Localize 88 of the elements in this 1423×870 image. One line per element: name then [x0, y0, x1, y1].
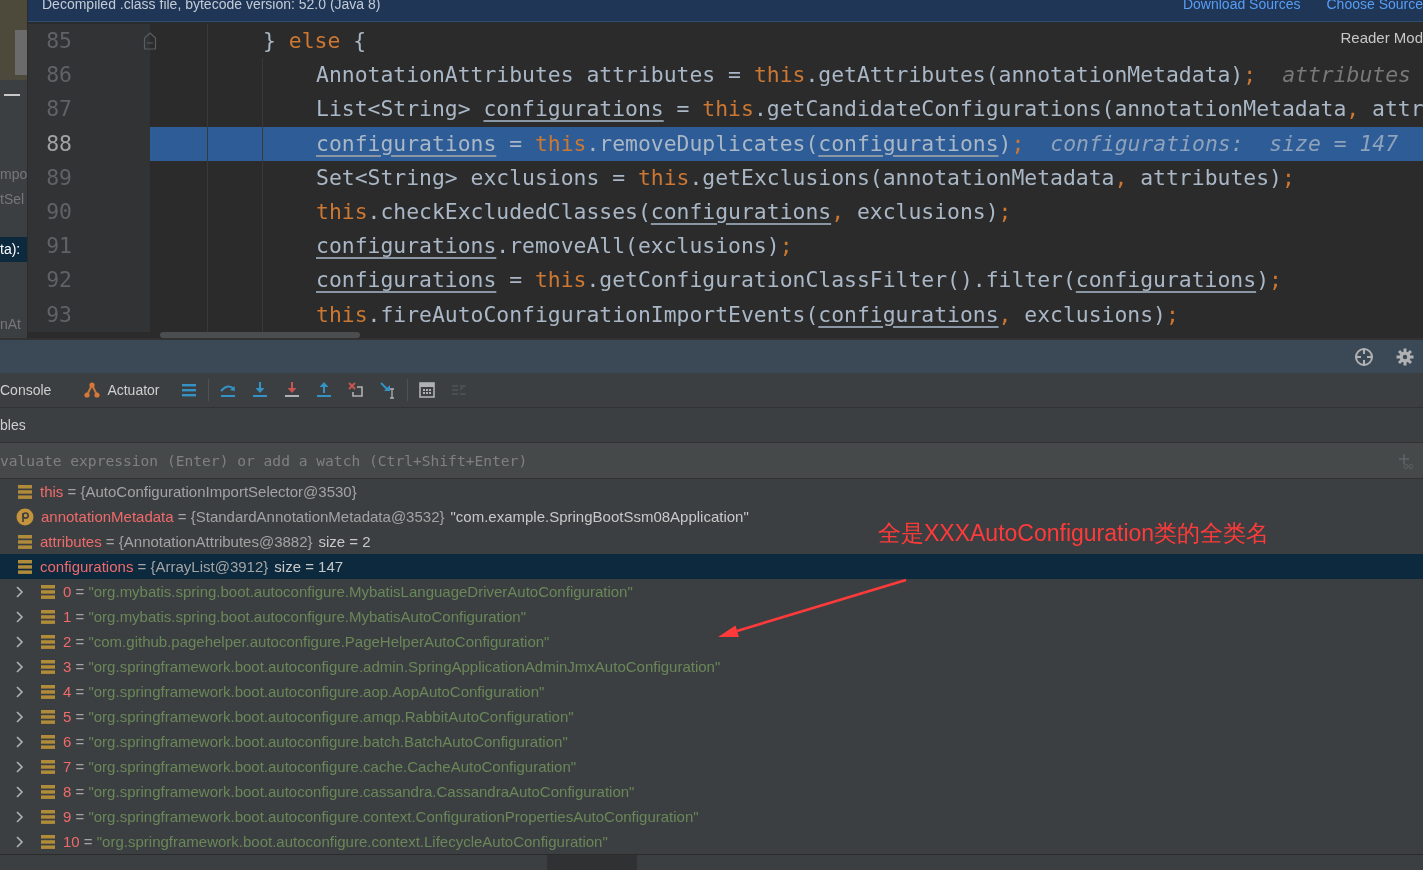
code-line: Set<String> exclusions = this.getExclusions(annotationMetadata, attributes); — [316, 163, 1295, 192]
field-icon — [41, 658, 55, 675]
tree-row[interactable]: 9 = "org.springframework.boot.autoconfigure.context.ConfigurationPropertiesAutoConfiguration" — [0, 804, 699, 829]
field-icon — [41, 633, 55, 650]
variable-text: 0 = "org.mybatis.spring.boot.autoconfigure.MybatisLanguageDriverAutoConfiguration" — [63, 583, 633, 600]
force-step-into-icon[interactable] — [282, 381, 301, 399]
parameter-icon — [16, 507, 34, 526]
drop-frame-icon[interactable] — [346, 381, 365, 399]
variable-text: 2 = "com.github.pagehelper.autoconfigure.PageHelperAutoConfiguration" — [63, 633, 550, 650]
tree-row[interactable]: attributes = {AnnotationAttributes@3882} size = 2 — [0, 529, 371, 554]
variable-text: 6 = "org.springframework.boot.autoconfigure.batch.BatchAutoConfiguration" — [63, 733, 568, 750]
chevron-right-icon[interactable] — [14, 784, 26, 799]
variable-text: 3 = "org.springframework.boot.autoconfigure.admin.SpringApplicationAdminJmxAutoConfiguration" — [63, 658, 721, 675]
inlay-hint: configurations: size = 147 — [1050, 129, 1399, 158]
code-line: configurations = this.removeDuplicates(configurations); — [316, 129, 1025, 158]
horizontal-scrollbar[interactable] — [160, 332, 360, 338]
field-icon — [18, 533, 32, 550]
step-into-icon[interactable] — [250, 381, 269, 399]
tree-row[interactable]: 7 = "org.springframework.boot.autoconfigure.cache.CacheAutoConfiguration" — [0, 754, 577, 779]
field-icon — [41, 708, 55, 725]
tree-row[interactable]: 10 = "org.springframework.boot.autoconfigure.context.LifecycleAutoConfiguration" — [0, 829, 608, 854]
tree-row[interactable]: 6 = "org.springframework.boot.autoconfigure.batch.BatchAutoConfiguration" — [0, 729, 568, 754]
tree-row[interactable]: 5 = "org.springframework.boot.autoconfigure.amqp.RabbitAutoConfiguration" — [0, 704, 574, 729]
code-line: AnnotationAttributes attributes = this.getAttributes(annotationMetadata); — [316, 61, 1257, 90]
calculator-icon[interactable] — [417, 381, 436, 399]
settings-icon[interactable] — [1396, 347, 1414, 366]
actuator-tab[interactable]: Actuator — [83, 372, 180, 408]
chevron-right-icon[interactable] — [14, 684, 26, 699]
chevron-right-icon[interactable] — [14, 609, 26, 624]
tree-row[interactable]: configurations = {ArrayList@3912} size = 147 — [0, 554, 1423, 579]
variable-text: attributes = {AnnotationAttributes@3882} size = 2 — [40, 533, 371, 550]
variable-text: 7 = "org.springframework.boot.autoconfigure.cache.CacheAutoConfiguration" — [63, 758, 577, 775]
field-icon — [41, 608, 55, 625]
tree-row[interactable]: 0 = "org.mybatis.spring.boot.autoconfigure.MybatisLanguageDriverAutoConfiguration" — [0, 579, 633, 604]
field-icon — [41, 733, 55, 750]
reader-mode-link[interactable]: Reader Mod — [1340, 28, 1423, 48]
chevron-right-icon[interactable] — [14, 809, 26, 824]
watch-input-field[interactable]: valuate expression (Enter) or add a watch (Ctrl+Shift+Enter) — [0, 443, 1423, 478]
chevron-right-icon[interactable] — [14, 834, 26, 849]
tree-row[interactable]: 1 = "org.mybatis.spring.boot.autoconfigure.MybatisAutoConfiguration" — [0, 604, 526, 629]
tree-row[interactable]: 4 = "org.springframework.boot.autoconfigure.aop.AopAutoConfiguration" — [0, 679, 545, 704]
list-item-fragment[interactable]: ta): — [0, 237, 27, 262]
variable-text: 5 = "org.springframework.boot.autoconfigure.amqp.RabbitAutoConfiguration" — [63, 708, 574, 725]
chevron-right-icon[interactable] — [14, 759, 26, 774]
variable-text: 1 = "org.mybatis.spring.boot.autoconfigure.MybatisAutoConfiguration" — [63, 608, 526, 625]
chevron-right-icon[interactable] — [14, 734, 26, 749]
layout-icon[interactable] — [179, 381, 198, 399]
code-line: configurations.removeAll(exclusions); — [316, 232, 793, 261]
field-icon — [41, 783, 55, 800]
variable-text: 8 = "org.springframework.boot.autoconfigure.cassandra.CassandraAutoConfiguration" — [63, 783, 635, 800]
code-line: this.checkExcludedClasses(configurations, exclusions); — [316, 197, 1012, 226]
list-item-fragment[interactable]: mpo — [0, 162, 27, 187]
variable-text: this = {AutoConfigurationImportSelector@3530} — [40, 483, 357, 500]
list-item-fragment[interactable]: tSel — [0, 187, 27, 212]
variable-text: annotationMetadata = {StandardAnnotationMetadata@3532} "com.example.SpringBootSsm08Application" — [41, 508, 749, 525]
variable-text: configurations = {ArrayList@3912} size = 147 — [40, 558, 344, 575]
crosshair-icon[interactable] — [1354, 346, 1374, 367]
chevron-right-icon[interactable] — [14, 634, 26, 649]
code-line: configurations = this.getConfigurationClassFilter().filter(configurations); — [316, 266, 1282, 295]
variable-text: 10 = "org.springframework.boot.autoconfigure.context.LifecycleAutoConfiguration" — [63, 833, 608, 850]
run-to-cursor-icon[interactable] — [378, 381, 397, 399]
field-icon — [41, 583, 55, 600]
code-line: List<String> configurations = this.getCandidateConfigurations(annotationMetadata, attr — [316, 95, 1423, 124]
field-icon — [41, 808, 55, 825]
tree-row[interactable]: 8 = "org.springframework.boot.autoconfigure.cassandra.CassandraAutoConfiguration" — [0, 779, 635, 804]
tree-row[interactable]: this = {AutoConfigurationImportSelector@3530} — [0, 479, 357, 504]
tree-row[interactable]: annotationMetadata = {StandardAnnotationMetadata@3532} "com.example.SpringBootSsm08Application" — [0, 504, 749, 529]
inlay-hint: attributes — [1282, 61, 1411, 90]
field-icon — [41, 833, 55, 850]
chevron-right-icon[interactable] — [14, 709, 26, 724]
chevron-right-icon[interactable] — [14, 659, 26, 674]
code-line: } else { — [263, 27, 367, 55]
console-tab[interactable]: Console — [0, 372, 84, 408]
chevron-right-icon[interactable] — [14, 584, 26, 599]
variable-text: 9 = "org.springframework.boot.autoconfigure.context.ConfigurationPropertiesAutoConfiguration" — [63, 808, 699, 825]
tree-row[interactable]: 2 = "com.github.pagehelper.autoconfigure.PageHelperAutoConfiguration" — [0, 629, 550, 654]
variable-text: 4 = "org.springframework.boot.autoconfigure.aop.AopAutoConfiguration" — [63, 683, 545, 700]
field-icon — [41, 758, 55, 775]
actuator-icon — [83, 381, 102, 399]
field-icon — [41, 683, 55, 700]
line-number: 88 — [28, 126, 150, 161]
annotation-text: 全是XXXAutoConfiguration类的全类名 — [878, 519, 1270, 548]
step-out-icon[interactable] — [314, 381, 333, 399]
field-icon — [18, 558, 32, 575]
tree-row[interactable]: 3 = "org.springframework.boot.autoconfigure.admin.SpringApplicationAdminJmxAutoConfiguration" — [0, 654, 721, 679]
code-line: this.fireAutoConfigurationImportEvents(configurations, exclusions); — [316, 300, 1179, 329]
field-icon — [18, 483, 32, 500]
list-item-fragment[interactable]: nAt — [0, 312, 27, 337]
